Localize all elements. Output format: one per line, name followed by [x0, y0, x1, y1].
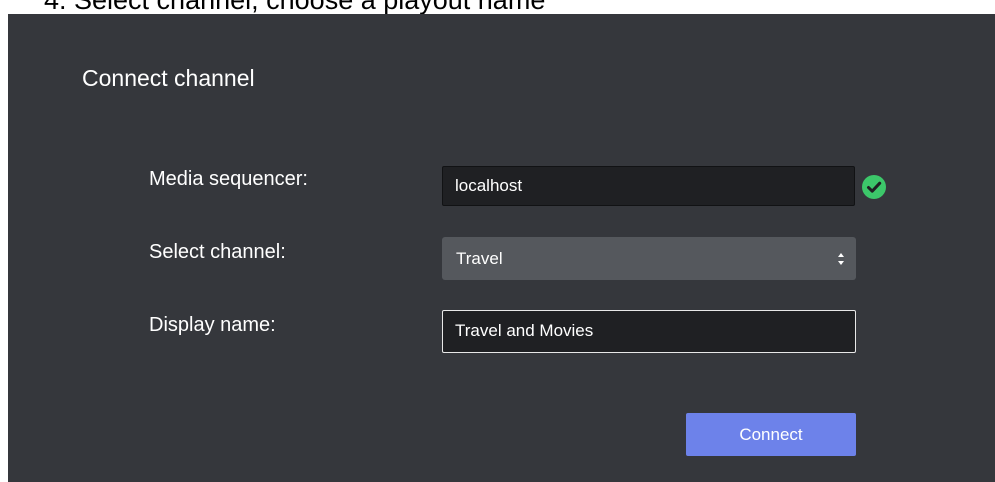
select-channel-label: Select channel: [149, 241, 286, 263]
display-name-label: Display name: [149, 314, 276, 336]
channel-select[interactable]: Travel [442, 237, 856, 280]
connect-button[interactable]: Connect [686, 413, 856, 456]
media-sequencer-input[interactable]: localhost [442, 166, 855, 206]
media-sequencer-label: Media sequencer: [149, 168, 308, 190]
select-arrows-icon [838, 253, 844, 265]
check-circle-icon [862, 175, 886, 199]
display-name-input[interactable]: Travel and Movies [442, 310, 856, 353]
channel-select-value: Travel [456, 249, 503, 268]
dialog-title: Connect channel [82, 65, 255, 91]
instruction-caption: 4. Select channel, choose a playout name [0, 0, 995, 14]
connect-channel-dialog: Connect channel Media sequencer: localho… [8, 14, 995, 482]
